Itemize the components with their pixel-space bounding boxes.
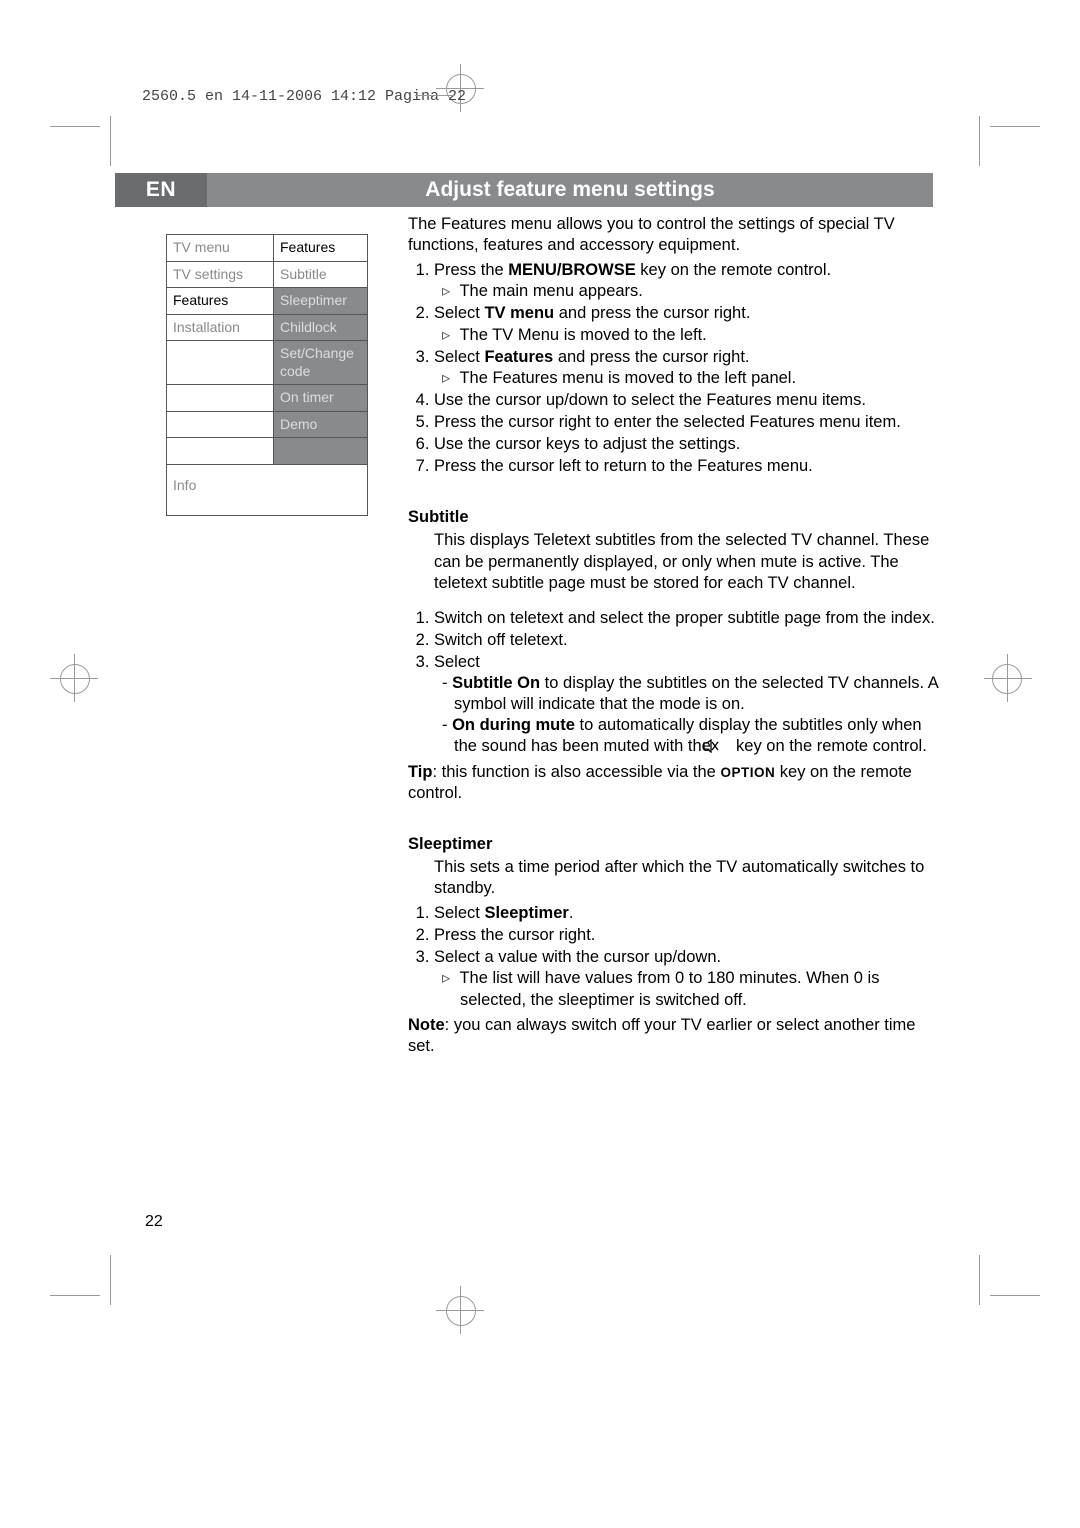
subtitle-step-1: Switch on teletext and select the proper…: [434, 608, 944, 629]
subtitle-dash-1: - Subtitle On to display the subtitles o…: [440, 673, 944, 715]
sleeptimer-step-2: Press the cursor right.: [434, 925, 944, 946]
sleeptimer-heading: Sleeptimer: [408, 834, 944, 855]
sleeptimer-step-1: Select Sleeptimer.: [434, 903, 944, 924]
body-content: The Features menu allows you to control …: [408, 214, 944, 1061]
menu-right-4: On timer: [274, 385, 367, 411]
page-number: 22: [145, 1213, 163, 1231]
subtitle-tip: Tip: this function is also accessible vi…: [408, 762, 944, 804]
menu-right-0: Subtitle: [274, 262, 367, 288]
sleeptimer-intro: This sets a time period after which the …: [434, 857, 944, 899]
sleeptimer-steps: Select Sleeptimer. Press the cursor righ…: [408, 903, 944, 1011]
step-2-sub: The TV Menu is moved to the left.: [442, 325, 944, 346]
menu-left-4: [167, 385, 274, 411]
intro-text: The Features menu allows you to control …: [408, 214, 944, 256]
sleeptimer-step-3: Select a value with the cursor up/down. …: [434, 947, 944, 1010]
step-1-sub: The main menu appears.: [442, 281, 944, 302]
menu-left-6: [167, 438, 274, 464]
step-6: Use the cursor keys to adjust the settin…: [434, 434, 944, 455]
language-code: EN: [115, 173, 207, 207]
menu-left-5: [167, 412, 274, 438]
main-steps: Press the MENU/BROWSE key on the remote …: [408, 260, 944, 477]
menu-right-2: Childlock: [274, 315, 367, 341]
header-rule: [415, 95, 455, 96]
sleeptimer-note: Note: you can always switch off your TV …: [408, 1015, 944, 1057]
step-3: Select Features and press the cursor rig…: [434, 347, 944, 389]
title-bar: EN Adjust feature menu settings: [115, 173, 933, 207]
subtitle-steps: Switch on teletext and select the proper…: [408, 608, 944, 758]
menu-right-3: Set/Change code: [274, 341, 367, 384]
menu-right-5: Demo: [274, 412, 367, 438]
step-3-sub: The Features menu is moved to the left p…: [442, 368, 944, 389]
menu-col-right-header: Features: [274, 235, 367, 261]
mute-icon: [715, 738, 731, 752]
step-1: Press the MENU/BROWSE key on the remote …: [434, 260, 944, 302]
menu-left-2: Installation: [167, 315, 274, 341]
sleeptimer-step-3-sub: The list will have values from 0 to 180 …: [442, 968, 944, 1010]
subtitle-step-3: Select - Subtitle On to display the subt…: [434, 652, 944, 758]
menu-left-3: [167, 341, 274, 384]
subtitle-intro: This displays Teletext subtitles from th…: [434, 530, 944, 593]
menu-col-left-header: TV menu: [167, 235, 274, 261]
menu-left-0: TV settings: [167, 262, 274, 288]
menu-left-1: Features: [167, 288, 274, 314]
page-title: Adjust feature menu settings: [207, 173, 933, 207]
subtitle-step-2: Switch off teletext.: [434, 630, 944, 651]
menu-right-6: [274, 438, 367, 464]
tv-menu-diagram: TV menu Features TV settings Subtitle Fe…: [166, 234, 368, 516]
menu-right-1: Sleeptimer: [274, 288, 367, 314]
step-7: Press the cursor left to return to the F…: [434, 456, 944, 477]
step-4: Use the cursor up/down to select the Fea…: [434, 390, 944, 411]
step-2: Select TV menu and press the cursor righ…: [434, 303, 944, 345]
step-5: Press the cursor right to enter the sele…: [434, 412, 944, 433]
print-header: 2560.5 en 14-11-2006 14:12 Pagina 22: [142, 88, 466, 105]
subtitle-heading: Subtitle: [408, 507, 944, 528]
subtitle-dash-2: - On during mute to automatically displa…: [440, 715, 944, 757]
menu-info: Info: [167, 465, 367, 515]
